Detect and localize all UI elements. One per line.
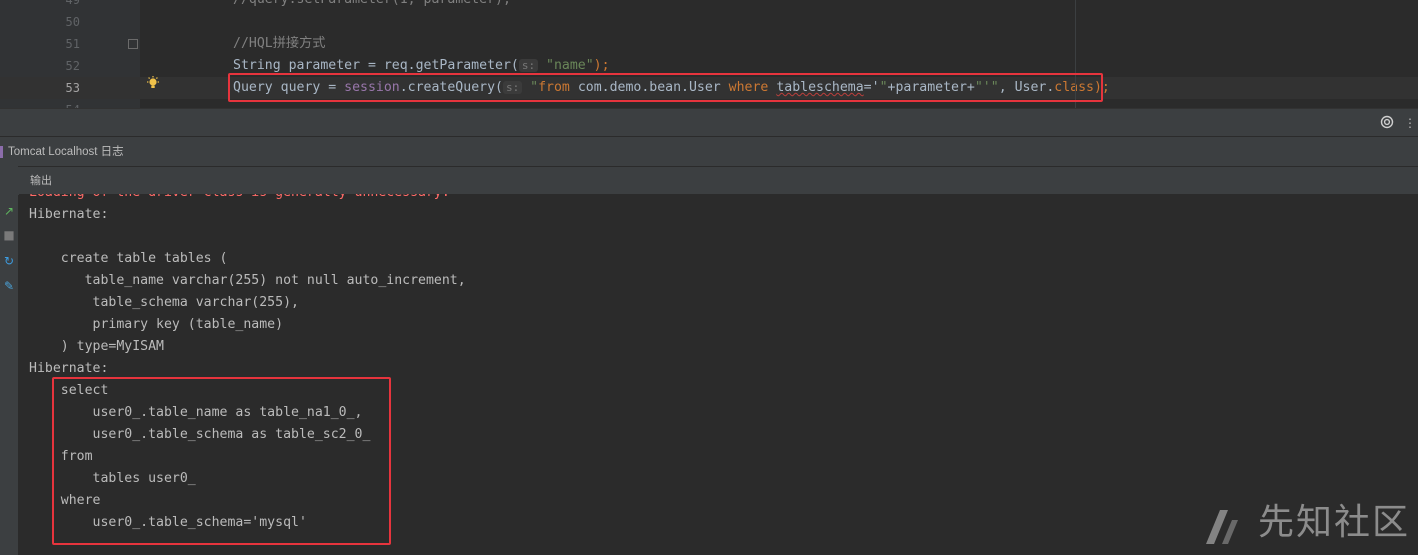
line-number: 49 <box>65 0 80 7</box>
restart-icon[interactable]: ↻ <box>2 254 16 268</box>
code-token: ); <box>593 58 610 73</box>
code-text: //query.setParameter(1, parameter); <box>233 0 511 11</box>
tomcat-icon <box>0 146 3 158</box>
line-number: 54 <box>46 99 80 108</box>
code-token: String parameter = req.getParameter( <box>233 58 519 73</box>
console-side-toolbar: ↗ ■ ↻ ✎ <box>0 166 19 555</box>
code-token: "name" <box>546 58 594 73</box>
pin-icon[interactable]: ✎ <box>2 279 16 293</box>
console-tab-strip: 输出 <box>18 166 1418 195</box>
tool-window-title-bar: Tomcat Localhost 日志 <box>0 136 1418 167</box>
line-number: 50 <box>65 15 80 29</box>
console-line: create table tables ( <box>29 251 228 266</box>
console-line: ) type=MyISAM <box>29 339 164 354</box>
code-editor[interactable]: 49 //query.setParameter(1, parameter); 50 5… <box>0 0 1418 108</box>
highlight-box-query-line <box>228 73 1103 102</box>
code-line[interactable]: 50 <box>0 11 1418 33</box>
tab-output[interactable]: 输出 <box>30 167 52 195</box>
console-line: Hibernate: <box>29 207 109 222</box>
code-text: //HQL拼接方式 <box>233 33 325 55</box>
code-line[interactable]: 51 //HQL拼接方式 <box>0 33 1418 55</box>
line-number: 51 <box>65 37 80 51</box>
code-token: //HQL拼接方式 <box>233 36 326 51</box>
tool-window-title[interactable]: Tomcat Localhost 日志 <box>8 137 124 167</box>
target-icon[interactable] <box>1380 115 1394 129</box>
console-line: table_name varchar(255) not null auto_in… <box>29 273 466 288</box>
more-options-icon[interactable]: ⋮ <box>1404 116 1416 130</box>
line-number: 53 <box>65 81 80 95</box>
watermark-text: 先知社区 <box>1257 502 1410 543</box>
stop-icon[interactable]: ■ <box>2 228 16 242</box>
lightbulb-icon[interactable] <box>146 76 160 90</box>
parameter-hint: s: <box>518 59 539 72</box>
highlight-box-select-sql <box>52 377 391 545</box>
console-line: table_schema varchar(255), <box>29 295 299 310</box>
rerun-icon[interactable]: ↗ <box>2 204 16 218</box>
fold-marker-icon[interactable] <box>128 39 138 49</box>
code-line[interactable]: 49 //query.setParameter(1, parameter); <box>0 0 1418 11</box>
line-number: 52 <box>65 59 80 73</box>
code-token: //query.setParameter(1, parameter); <box>233 0 511 7</box>
console-line: primary key (table_name) <box>29 317 284 332</box>
console-error-line: Loading of the driver class is generally… <box>29 194 450 204</box>
watermark-logo-icon <box>1206 510 1238 544</box>
tool-window-toolbar: ⋮ <box>0 108 1418 137</box>
